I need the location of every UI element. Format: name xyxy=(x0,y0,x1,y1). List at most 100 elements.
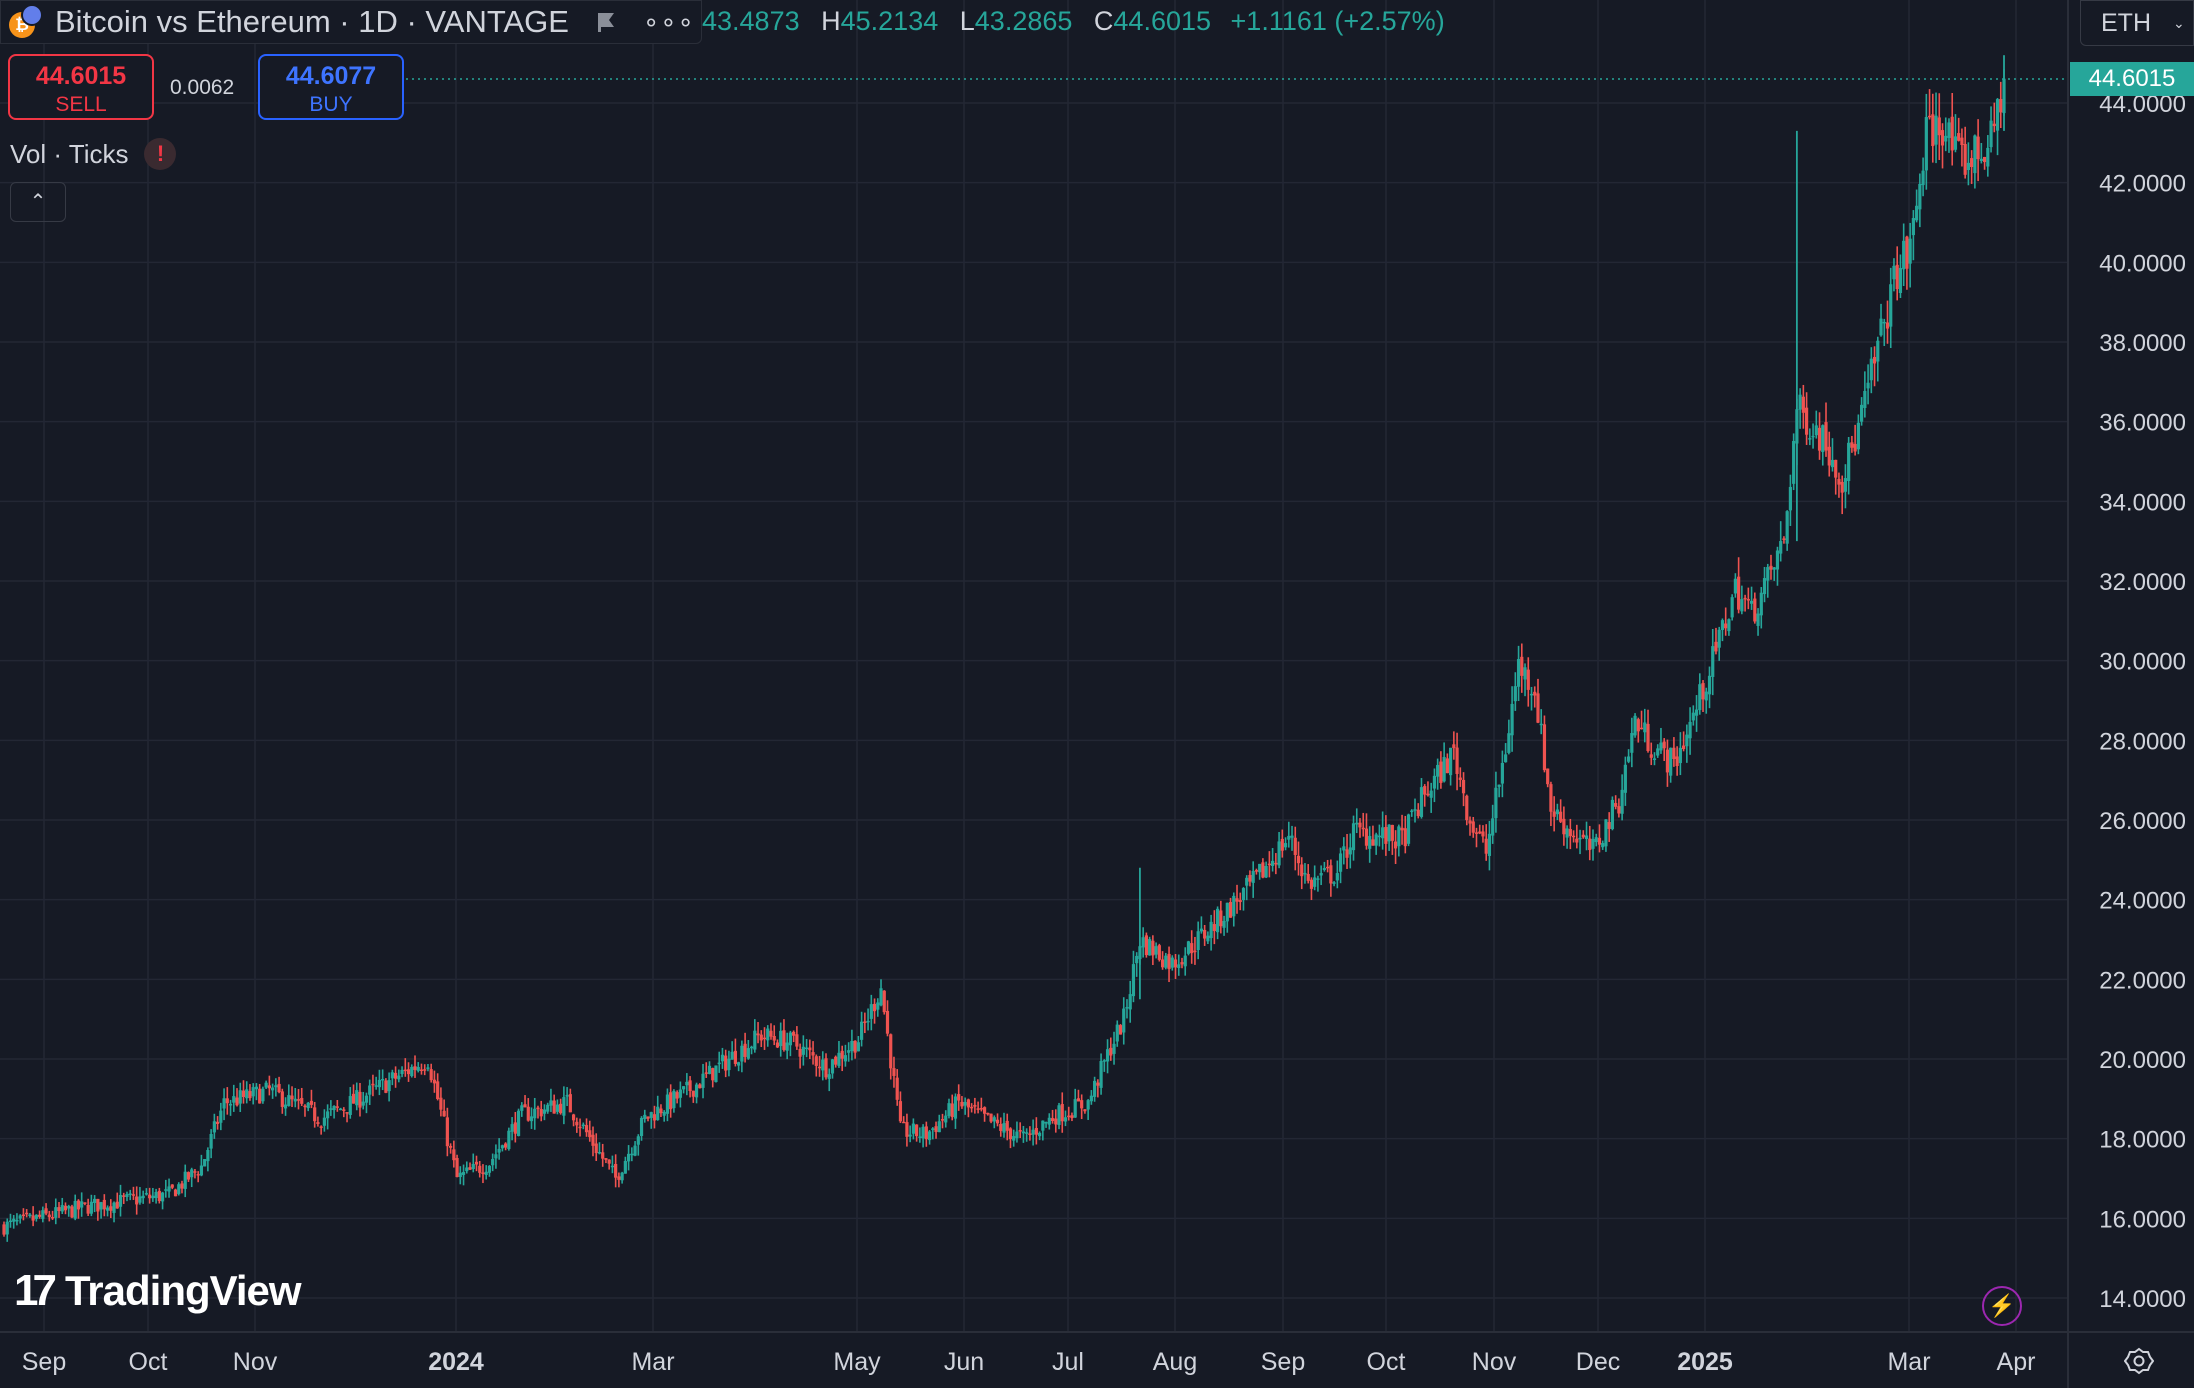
candle-body xyxy=(1889,284,1893,327)
candle-body xyxy=(277,1083,281,1093)
candle-body xyxy=(659,1108,663,1114)
candle-body xyxy=(89,1201,93,1214)
candle-body xyxy=(1290,835,1294,838)
candle-body xyxy=(1656,748,1660,756)
candle-body xyxy=(1264,865,1268,878)
candle-body xyxy=(1607,822,1611,829)
candle-body xyxy=(1400,827,1404,831)
candle-body xyxy=(390,1072,394,1079)
candle-body xyxy=(426,1067,430,1069)
candle-body xyxy=(1675,756,1679,766)
candle-body xyxy=(1248,874,1252,882)
more-options-icon[interactable]: ∘∘∘ xyxy=(643,7,695,38)
candle-body xyxy=(1254,870,1259,872)
candle-body xyxy=(1892,265,1896,280)
candle-body xyxy=(144,1193,148,1195)
x-tick-label: Jul xyxy=(1052,1348,1084,1376)
candle-body xyxy=(1148,939,1152,956)
candle-body xyxy=(1542,724,1547,771)
candle-body xyxy=(1847,442,1851,481)
y-tick-label: 14.0000 xyxy=(2099,1286,2186,1313)
candle-body xyxy=(863,1021,867,1023)
candle-body xyxy=(607,1159,611,1164)
candle-body xyxy=(267,1085,271,1089)
lightning-bolt-icon[interactable]: ⚡ xyxy=(1982,1286,2022,1326)
candle-body xyxy=(1041,1120,1045,1131)
buy-button[interactable]: 44.6077 BUY xyxy=(258,54,404,120)
warning-icon[interactable]: ! xyxy=(144,138,177,170)
candle-body xyxy=(219,1110,223,1123)
candle-body xyxy=(1374,834,1378,846)
candle-body xyxy=(73,1200,77,1219)
candle-body xyxy=(1245,877,1249,886)
candle-body xyxy=(423,1069,427,1071)
candle-body xyxy=(762,1037,767,1040)
candle-body xyxy=(384,1080,388,1093)
candle-body xyxy=(1691,712,1695,721)
candle-body xyxy=(1555,809,1559,815)
candle-body xyxy=(368,1085,372,1095)
tradingview-logo[interactable]: 17 TradingView xyxy=(14,1266,302,1316)
candle-body xyxy=(694,1084,699,1098)
collapse-button[interactable]: ⌃ xyxy=(10,182,66,222)
candle-body xyxy=(416,1066,420,1071)
buy-label: BUY xyxy=(309,93,353,116)
candle-body xyxy=(1552,811,1556,817)
candle-body xyxy=(792,1031,796,1036)
candle-body xyxy=(614,1163,618,1178)
sell-label: SELL xyxy=(55,93,107,116)
x-tick-label: 2025 xyxy=(1677,1348,1733,1376)
candle-body xyxy=(264,1082,268,1088)
candle-body xyxy=(254,1086,259,1090)
y-tick-label: 20.0000 xyxy=(2099,1047,2186,1074)
candle-body xyxy=(1918,183,1922,210)
candle-body xyxy=(131,1194,136,1196)
candle-body xyxy=(15,1219,19,1222)
candle-body xyxy=(918,1136,922,1138)
candle-body xyxy=(578,1126,582,1129)
price-chart[interactable]: 44.000042.000040.000038.000036.000034.00… xyxy=(0,0,2194,1388)
candle-body xyxy=(1128,994,1132,1010)
candle-body xyxy=(31,1215,35,1221)
candle-body xyxy=(1355,822,1359,825)
candle-body xyxy=(410,1066,414,1077)
symbol-legend[interactable]: ₿ Bitcoin vs Ethereum · 1D · VANTAGE ∘∘∘ xyxy=(0,0,702,44)
candle-body xyxy=(497,1148,501,1153)
candle-body xyxy=(1830,459,1835,468)
candle-body xyxy=(1235,898,1239,902)
candle-body xyxy=(449,1145,453,1148)
candle-body xyxy=(419,1069,424,1072)
candle-body xyxy=(992,1117,996,1122)
candle-body xyxy=(756,1033,760,1036)
candle-body xyxy=(1559,811,1563,822)
candle-body xyxy=(209,1133,213,1149)
candle-body xyxy=(1814,425,1818,436)
settings-gear-icon[interactable] xyxy=(2124,1346,2154,1376)
flag-icon[interactable] xyxy=(595,11,617,33)
candle-body xyxy=(1533,691,1537,696)
candle-body xyxy=(1452,744,1456,749)
candle-body xyxy=(361,1101,365,1106)
candle-body xyxy=(1979,158,1983,162)
volume-indicator[interactable]: Vol · Ticks ! xyxy=(10,138,177,170)
y-tick-label: 16.0000 xyxy=(2099,1206,2186,1233)
candle-body xyxy=(455,1157,459,1178)
candle-body xyxy=(1271,860,1275,866)
sell-button[interactable]: 44.6015 SELL xyxy=(8,54,154,120)
candle-body xyxy=(67,1205,71,1209)
candle-body xyxy=(1109,1047,1113,1056)
candle-body xyxy=(316,1122,320,1124)
candle-body xyxy=(203,1159,207,1167)
candle-body xyxy=(759,1034,763,1041)
symbol-selector[interactable]: ETH ⌄ xyxy=(2080,0,2194,46)
candle-body xyxy=(1238,900,1242,903)
candle-body xyxy=(235,1097,239,1106)
candle-body xyxy=(1986,147,1990,167)
candle-body xyxy=(190,1169,194,1178)
candle-body xyxy=(533,1108,537,1119)
candle-body xyxy=(164,1189,168,1191)
candle-body xyxy=(1792,440,1796,484)
candle-body xyxy=(995,1119,1000,1124)
candle-body xyxy=(1921,170,1925,186)
candle-body xyxy=(889,1034,893,1069)
